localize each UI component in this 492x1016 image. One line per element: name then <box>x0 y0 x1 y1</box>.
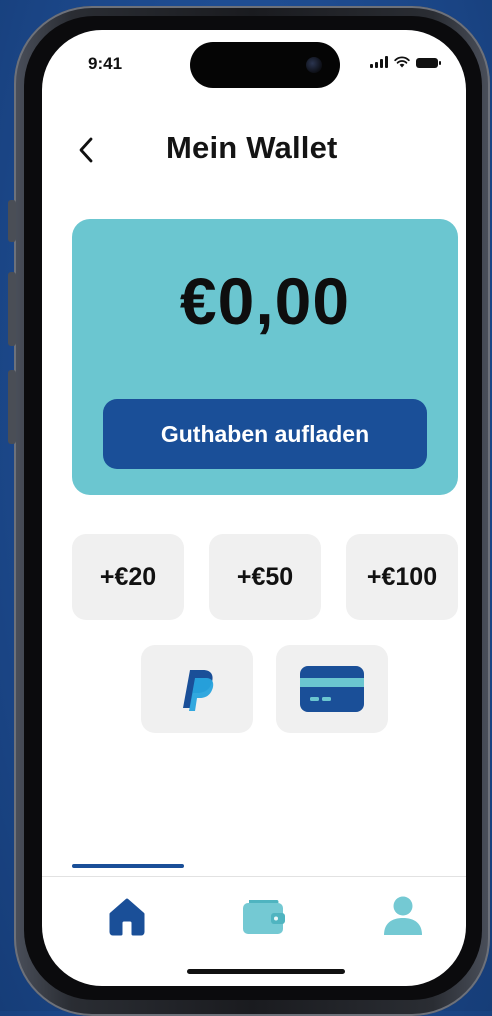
card-button[interactable] <box>276 645 388 733</box>
topup-button[interactable]: Guthaben aufladen <box>103 399 427 469</box>
tab-profile[interactable] <box>373 886 433 946</box>
wallet-icon <box>243 900 285 934</box>
phone-screen: 9:41 Mein Wallet €0,00 Guthaben aufladen… <box>42 30 466 986</box>
tab-home[interactable] <box>97 886 157 946</box>
balance-card: €0,00 Guthaben aufladen <box>72 219 458 495</box>
balance-amount: €0,00 <box>179 264 351 338</box>
status-icons <box>370 54 441 68</box>
wifi-icon <box>394 56 410 68</box>
status-time: 9:41 <box>88 54 123 73</box>
home-indicator <box>187 969 345 974</box>
amount-option-20[interactable]: +€20 <box>72 534 184 620</box>
amount-option-100[interactable]: +€100 <box>346 534 458 620</box>
volume-up-button <box>8 272 16 346</box>
chevron-left-icon <box>79 137 93 163</box>
active-tab-indicator <box>72 864 184 868</box>
volume-down-button <box>8 370 16 444</box>
amount-option-50[interactable]: +€50 <box>209 534 321 620</box>
front-camera <box>306 57 322 73</box>
battery-icon <box>416 58 441 68</box>
tab-bar-divider <box>42 876 466 877</box>
page-title: Mein Wallet <box>166 130 338 165</box>
profile-icon <box>384 896 422 935</box>
paypal-icon <box>183 670 214 711</box>
dynamic-island <box>190 42 340 88</box>
paypal-button[interactable] <box>141 645 253 733</box>
back-button[interactable] <box>68 130 104 170</box>
tab-wallet[interactable] <box>234 886 294 946</box>
credit-card-icon <box>300 666 364 712</box>
action-button <box>8 200 16 242</box>
signal-icon <box>370 56 388 68</box>
home-icon <box>109 898 145 936</box>
